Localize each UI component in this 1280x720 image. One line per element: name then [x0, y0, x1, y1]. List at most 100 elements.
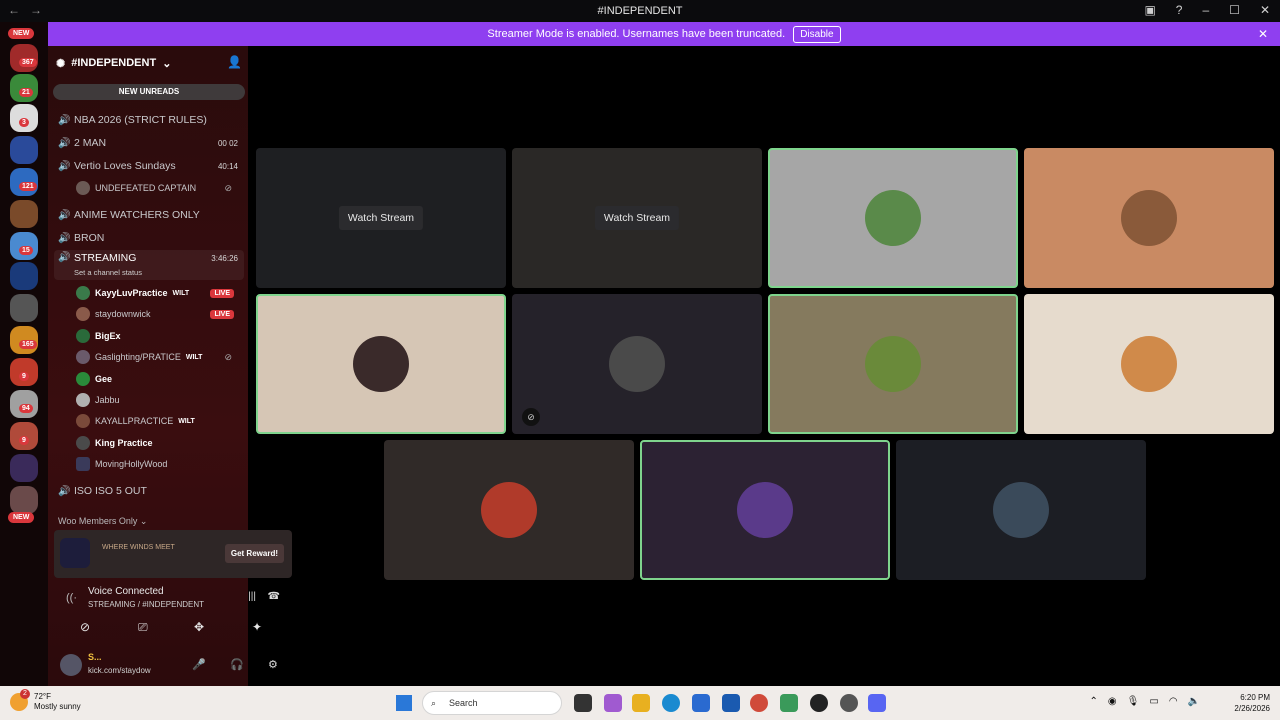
server-header[interactable]: ✺ #INDEPENDENT ⌄ 👤	[56, 54, 242, 72]
chevron-up-icon[interactable]: ⌃	[1090, 696, 1098, 707]
taskbar-search[interactable]: ⌕ Search	[422, 691, 562, 715]
get-reward-button[interactable]: Get Reward!	[224, 544, 284, 563]
voice-channel-name[interactable]: STREAMING / #INDEPENDENT	[88, 600, 204, 609]
voice-channel-active[interactable]: 🔊 STREAMING 3:46:26 Set a channel status	[54, 250, 244, 280]
avatar[interactable]	[60, 654, 82, 676]
new-pill[interactable]: NEW	[8, 512, 35, 523]
voice-user[interactable]: UNDEFEATED CAPTAIN ⊘	[76, 179, 242, 197]
app-icon[interactable]	[604, 694, 622, 712]
voice-channel[interactable]: 🔊 BRON	[58, 229, 244, 247]
participant-tile[interactable]	[896, 440, 1146, 580]
inbox-icon[interactable]: ▣	[1144, 3, 1155, 17]
server-badge: 9	[19, 372, 29, 381]
edge-icon[interactable]	[662, 694, 680, 712]
channel-name: 2 MAN	[74, 137, 107, 149]
voice-user[interactable]: King Practice	[76, 434, 242, 452]
participant-tile[interactable]	[640, 440, 890, 580]
stream-tile[interactable]: Watch Stream	[256, 148, 506, 288]
mail-icon[interactable]	[722, 694, 740, 712]
microphone-icon[interactable]: 🎤	[192, 658, 206, 671]
participant-tile[interactable]	[1024, 294, 1274, 434]
server-icon[interactable]	[10, 262, 38, 290]
file-explorer-icon[interactable]	[632, 694, 650, 712]
voice-user[interactable]: MovingHollyWood	[76, 455, 242, 473]
server-icon[interactable]	[10, 200, 38, 228]
server-icon[interactable]	[10, 136, 38, 164]
app-icon[interactable]	[780, 694, 798, 712]
new-pill[interactable]: NEW	[8, 28, 35, 39]
activities-icon[interactable]: ✥	[194, 620, 204, 634]
disconnect-icon[interactable]: ☎	[268, 591, 280, 602]
store-icon[interactable]	[692, 694, 710, 712]
app-icon[interactable]	[840, 694, 858, 712]
voice-user[interactable]: staydownwick LIVE	[76, 305, 242, 323]
server-icon[interactable]	[10, 454, 38, 482]
wifi-icon[interactable]: ◠	[1169, 696, 1178, 707]
speaker-icon: 🔊	[58, 252, 71, 263]
weather-widget[interactable]: 72°F Mostly sunny	[34, 692, 81, 712]
voice-channel[interactable]: 🔊 ISO ISO 5 OUT	[58, 482, 244, 500]
server-logo-icon: ✺	[56, 57, 66, 70]
watch-stream-button[interactable]: Watch Stream	[338, 206, 424, 230]
server-icon[interactable]	[10, 486, 38, 514]
voice-user[interactable]: Gee	[76, 370, 242, 388]
noise-suppression-icon[interactable]: |||	[248, 591, 256, 602]
chevron-down-icon: ⌄	[162, 57, 172, 70]
clock[interactable]: 6:20 PM 2/26/2026	[1234, 692, 1270, 714]
share-screen-icon[interactable]: ⎚	[138, 620, 148, 635]
windows-start-icon[interactable]	[396, 695, 412, 711]
banner-close-icon[interactable]: ✕	[1258, 27, 1268, 41]
server-icon[interactable]	[10, 294, 38, 322]
participant-tile[interactable]	[768, 294, 1018, 434]
tray-app-icon[interactable]: ◉	[1108, 696, 1117, 707]
window-title: #INDEPENDENT	[597, 5, 683, 17]
new-unreads-pill[interactable]: NEW UNREADS	[53, 84, 245, 100]
soundboard-icon[interactable]: ✦	[252, 620, 262, 634]
camera-off-icon[interactable]: ⊘	[80, 620, 90, 634]
chevron-down-icon: ⌄	[139, 516, 148, 526]
discord-icon[interactable]	[868, 694, 886, 712]
microphone-icon[interactable]: 🎙	[1127, 696, 1140, 707]
avatar	[76, 350, 90, 364]
speaker-icon: 🔊	[58, 114, 71, 126]
gear-icon[interactable]: ⚙	[268, 658, 278, 671]
voice-channel[interactable]: 🔊 Vertio Loves Sundays 40:14	[58, 157, 244, 175]
voice-channel[interactable]: 🔊 NBA 2026 (STRICT RULES)	[58, 111, 244, 129]
voice-user[interactable]: Jabbu	[76, 391, 242, 409]
chrome-icon[interactable]	[750, 694, 768, 712]
watch-stream-button[interactable]: Watch Stream	[594, 206, 680, 230]
battery-icon[interactable]: ▭	[1149, 696, 1158, 707]
app-icon[interactable]	[810, 694, 828, 712]
user-panel: S... kick.com/staydow 🎤 🎧 ⚙	[54, 648, 292, 682]
help-icon[interactable]: ?	[1176, 3, 1183, 17]
add-member-icon[interactable]: 👤	[227, 55, 242, 69]
participant-tile[interactable]: ⊘	[512, 294, 762, 434]
speaker-icon: 🔊	[58, 209, 71, 221]
headphones-icon[interactable]: 🎧	[230, 658, 244, 671]
participant-tile[interactable]	[256, 294, 506, 434]
maximize-icon[interactable]: ☐	[1229, 3, 1240, 17]
channel-status[interactable]: Set a channel status	[74, 268, 142, 277]
voice-user[interactable]: BigEx	[76, 327, 242, 345]
voice-user[interactable]: KayyLuvPractice WILT LIVE	[76, 284, 242, 302]
voice-user[interactable]: Gaslighting/PRATICE WILT ⊘	[76, 348, 242, 366]
volume-icon[interactable]: 🔈	[1188, 696, 1200, 707]
close-window-icon[interactable]: ✕	[1260, 3, 1270, 17]
voice-user[interactable]: KAYALLPRACTICE WILT	[76, 412, 242, 430]
voice-channel[interactable]: 🔊 2 MAN 00 02	[58, 134, 244, 152]
wilt-tag: WILT	[178, 417, 195, 425]
disable-button[interactable]: Disable	[793, 25, 841, 43]
participant-tile[interactable]	[1024, 148, 1274, 288]
promo-brand: WHERE WINDS MEET	[102, 544, 175, 551]
participant-tile[interactable]	[384, 440, 634, 580]
voice-channel[interactable]: 🔊 ANIME WATCHERS ONLY	[58, 206, 244, 224]
live-badge: LIVE	[210, 288, 234, 298]
participant-tile[interactable]	[768, 148, 1018, 288]
category-header[interactable]: Woo Members Only ⌄	[58, 516, 147, 527]
task-view-icon[interactable]	[574, 694, 592, 712]
minimize-icon[interactable]: –	[1202, 3, 1209, 17]
stream-tile[interactable]: Watch Stream	[512, 148, 762, 288]
channel-name: ANIME WATCHERS ONLY	[74, 209, 200, 221]
channel-timer: 40:14	[217, 161, 238, 171]
voice-actions: ⊘ ⎚ ✥ ✦	[54, 616, 292, 640]
